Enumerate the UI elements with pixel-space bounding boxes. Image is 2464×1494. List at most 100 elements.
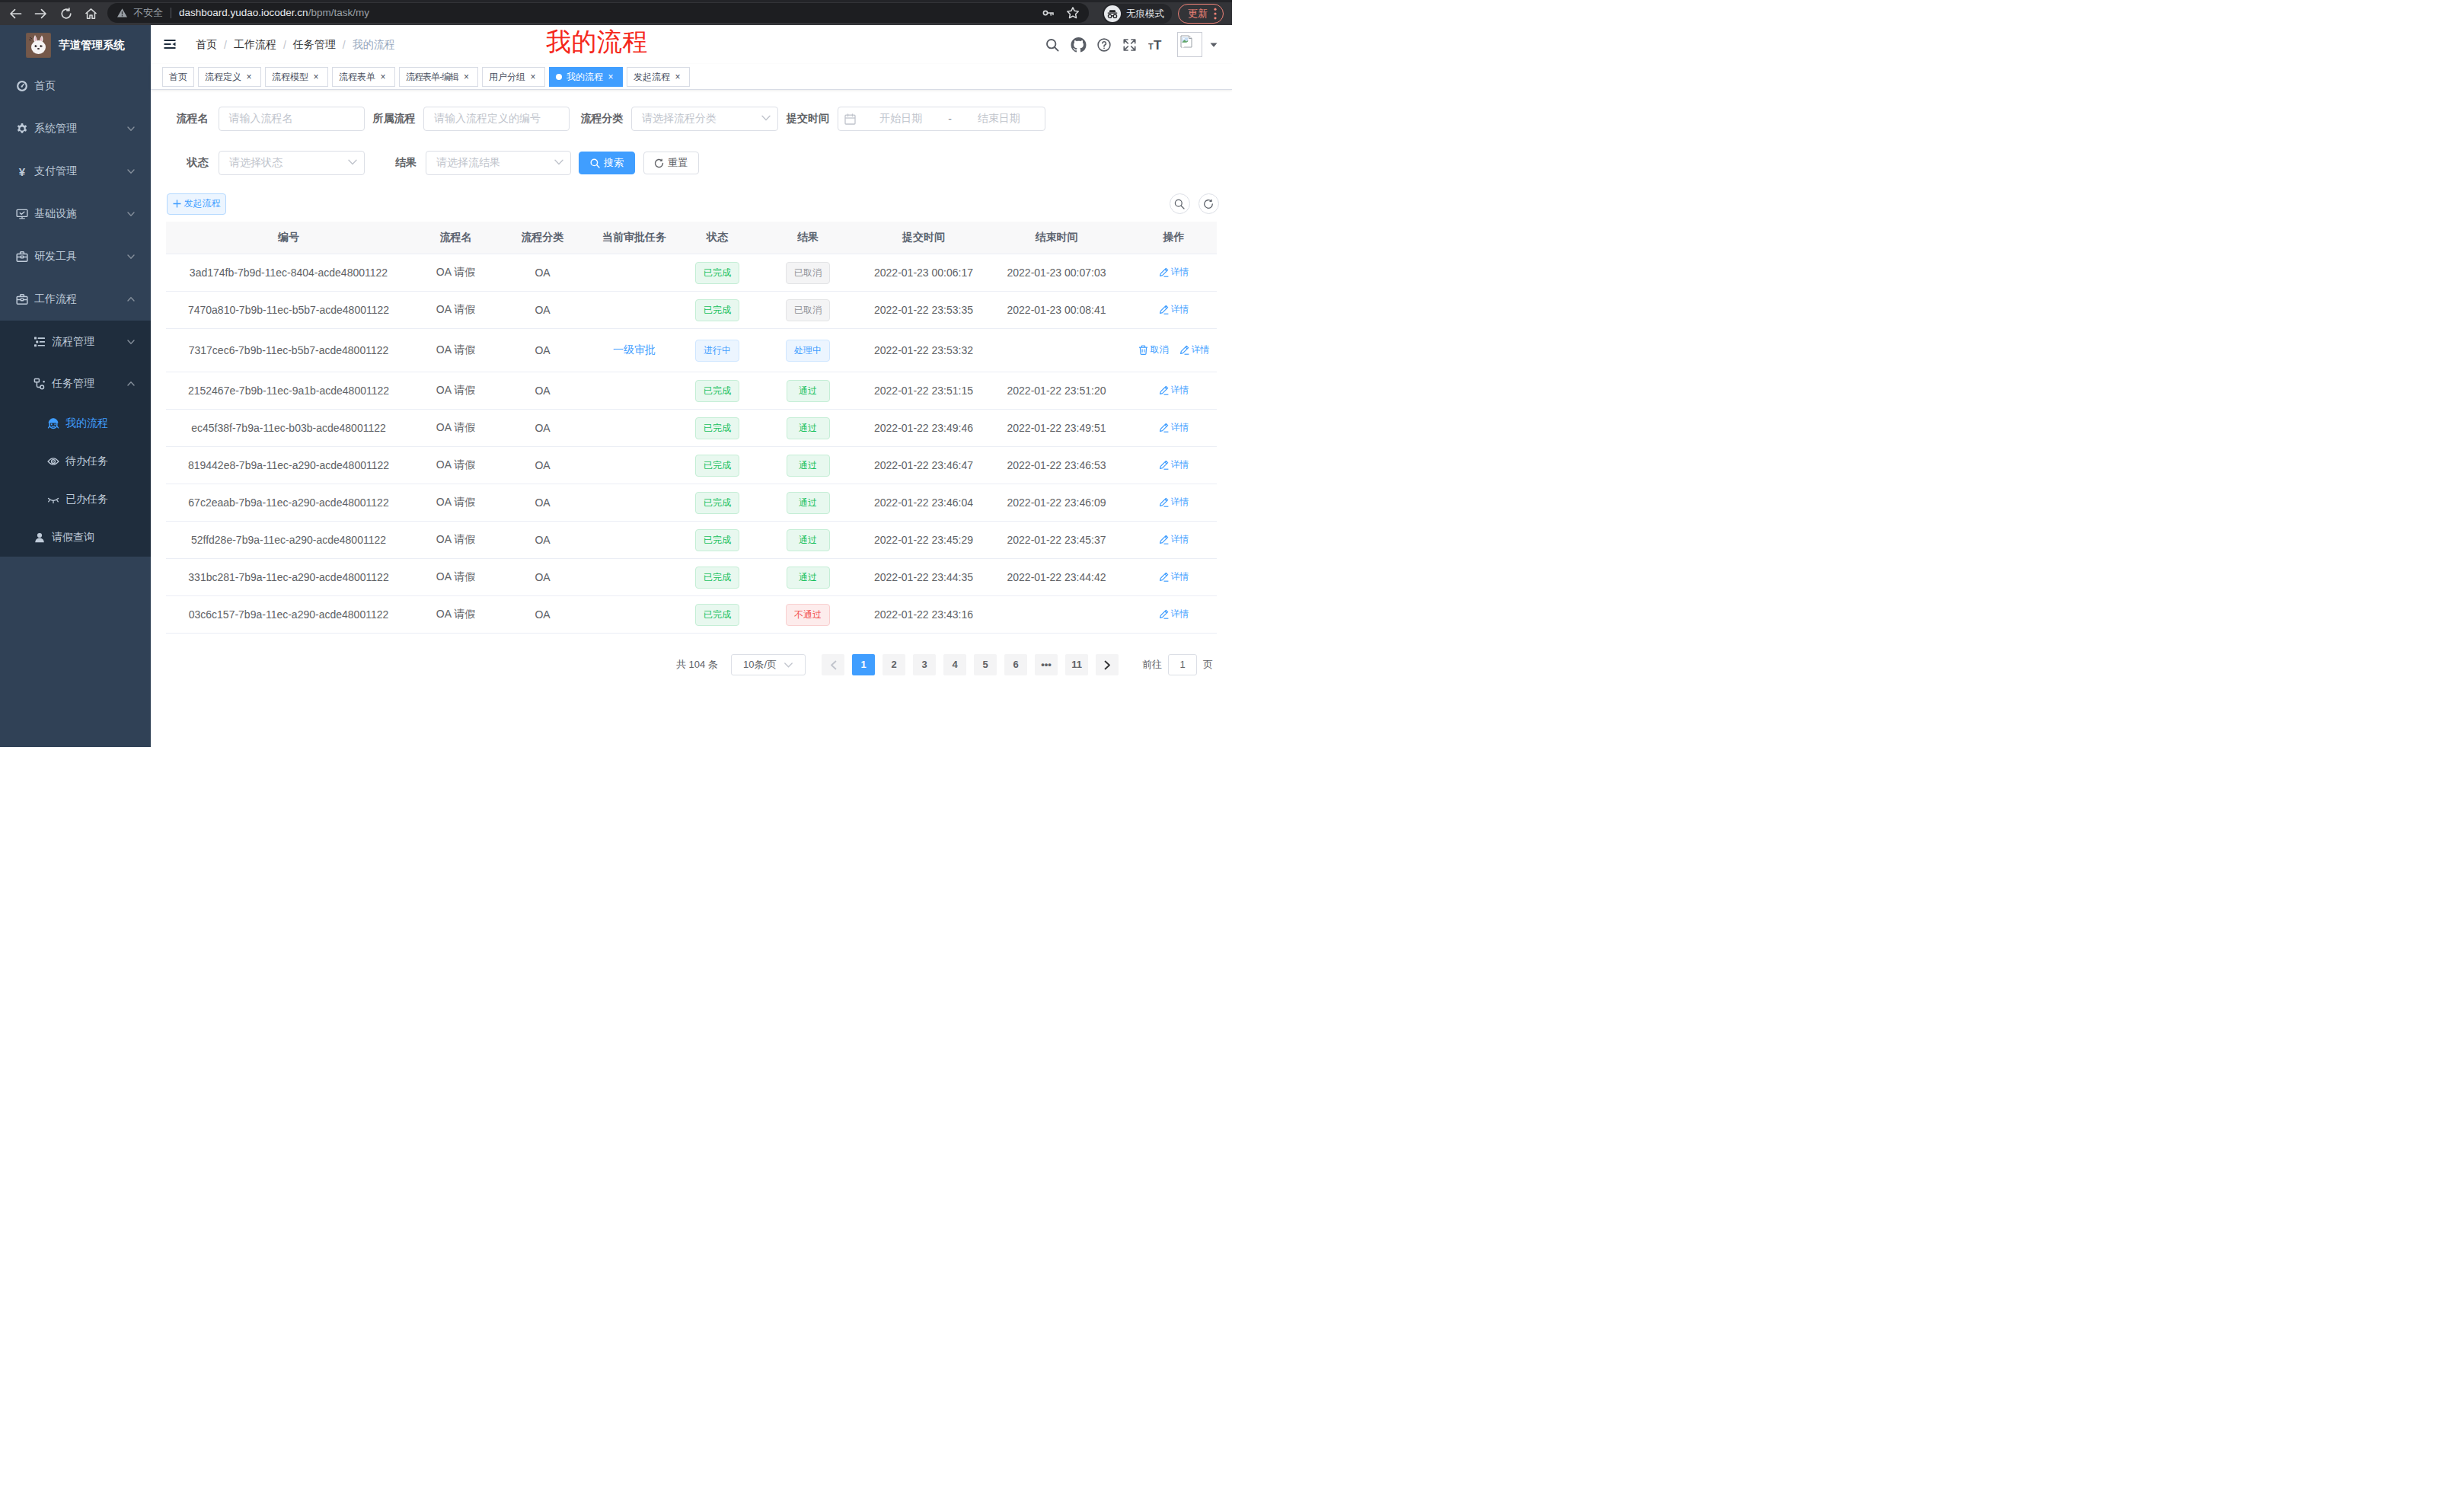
search-button[interactable]: 搜索 xyxy=(579,152,635,174)
action-详情[interactable]: 详情 xyxy=(1159,533,1189,546)
sidebar-item-payment-mgmt[interactable]: ¥支付管理 xyxy=(0,150,151,193)
user-avatar[interactable] xyxy=(1177,32,1202,57)
close-icon[interactable]: × xyxy=(528,72,538,82)
tag-label: 用户分组 xyxy=(489,68,525,86)
tab-首页[interactable]: 首页 xyxy=(162,67,194,87)
action-详情[interactable]: 详情 xyxy=(1159,570,1189,583)
browser-forward-button[interactable] xyxy=(28,2,53,25)
filter-daterange-input[interactable]: 开始日期 - 结束日期 xyxy=(838,107,1045,131)
tab-发起流程[interactable]: 发起流程× xyxy=(627,67,690,87)
action-详情[interactable]: 详情 xyxy=(1159,266,1189,279)
refresh-table-button[interactable] xyxy=(1198,193,1219,214)
filter-parent-input[interactable]: 请输入流程定义的编号 xyxy=(423,107,570,131)
header-search-button[interactable] xyxy=(1045,38,1059,52)
close-icon[interactable]: × xyxy=(672,72,683,82)
sidebar-item-todo-tasks[interactable]: 待办任务 xyxy=(0,442,151,480)
sidebar-item-infrastructure[interactable]: 基础设施 xyxy=(0,193,151,235)
close-icon[interactable]: × xyxy=(244,72,254,82)
jump-page-input[interactable]: 1 xyxy=(1168,654,1197,675)
active-tag-dot xyxy=(556,74,562,80)
github-link[interactable] xyxy=(1071,37,1087,53)
pager-prev-button[interactable] xyxy=(822,654,844,675)
cell-submit-time: 2022-01-22 23:51:15 xyxy=(865,372,982,410)
tab-流程定义[interactable]: 流程定义× xyxy=(198,67,261,87)
action-详情[interactable]: 详情 xyxy=(1159,458,1189,471)
cell-end-time: 2022-01-22 23:44:42 xyxy=(982,559,1131,596)
pager-page-1[interactable]: 1 xyxy=(852,654,875,675)
sidebar-item-home[interactable]: 首页 xyxy=(0,65,151,107)
close-icon[interactable]: × xyxy=(605,72,616,82)
action-详情[interactable]: 详情 xyxy=(1159,384,1189,397)
browser-reload-button[interactable] xyxy=(53,2,78,25)
create-process-button[interactable]: 发起流程 xyxy=(167,193,226,215)
cell-id: 03c6c157-7b9a-11ec-a290-acde48001122 xyxy=(166,596,411,634)
bookmark-star-icon[interactable] xyxy=(1066,6,1080,19)
breadcrumb-item[interactable]: 首页 xyxy=(196,38,217,52)
sidebar-item-done-tasks[interactable]: 已办任务 xyxy=(0,480,151,519)
pager-page-6[interactable]: 6 xyxy=(1004,654,1027,675)
browser-home-button[interactable] xyxy=(78,2,104,25)
pager-page-5[interactable]: 5 xyxy=(974,654,997,675)
tag-label: 首页 xyxy=(169,68,187,86)
fullscreen-button[interactable] xyxy=(1122,38,1137,52)
sidebar-toggle[interactable] xyxy=(164,38,176,50)
filter-status-select[interactable]: 请选择状态 xyxy=(219,151,365,175)
close-icon[interactable]: × xyxy=(311,72,321,82)
sidebar-item-system-mgmt[interactable]: 系统管理 xyxy=(0,107,151,150)
security-status[interactable]: 不安全 xyxy=(116,6,163,20)
tab-我的流程[interactable]: 我的流程× xyxy=(549,67,623,87)
tab-用户分组[interactable]: 用户分组× xyxy=(482,67,545,87)
font-size-button[interactable]: TT xyxy=(1148,38,1165,52)
sidebar-item-dev-tools[interactable]: 研发工具 xyxy=(0,235,151,278)
filter-category-select[interactable]: 请选择流程分类 xyxy=(631,107,778,131)
action-详情[interactable]: 详情 xyxy=(1159,303,1189,316)
avatar-caret-icon[interactable] xyxy=(1210,43,1218,47)
daterange-end[interactable]: 结束日期 xyxy=(953,112,1045,126)
password-key-icon[interactable] xyxy=(1041,6,1055,20)
sidebar-item-task-mgmt[interactable]: 任务管理 xyxy=(0,362,151,404)
daterange-start[interactable]: 开始日期 xyxy=(856,112,947,126)
browser-update-button[interactable]: 更新 xyxy=(1178,4,1224,24)
tag-label: 流程表单-编辑 xyxy=(406,68,458,86)
pager-page-11[interactable]: 11 xyxy=(1065,654,1088,675)
action-详情[interactable]: 详情 xyxy=(1159,496,1189,509)
help-doc-button[interactable] xyxy=(1097,38,1111,52)
breadcrumb-item[interactable]: 工作流程 xyxy=(234,38,276,52)
action-取消[interactable]: 取消 xyxy=(1138,343,1169,356)
filter-result-select[interactable]: 请选择流结果 xyxy=(426,151,571,175)
breadcrumb-item[interactable]: 任务管理 xyxy=(293,38,336,52)
url-bar[interactable]: 不安全 dashboard.yudao.iocoder.cn/bpm/task/… xyxy=(107,3,1089,23)
toggle-search-button[interactable] xyxy=(1170,193,1190,214)
browser-menu-dots-icon[interactable] xyxy=(1214,8,1217,20)
tab-流程表单-编辑[interactable]: 流程表单-编辑× xyxy=(399,67,478,87)
cell-end-time: 2022-01-22 23:49:51 xyxy=(982,410,1131,447)
cell-status: 已完成 xyxy=(684,372,751,410)
close-icon[interactable]: × xyxy=(461,72,471,82)
action-详情[interactable]: 详情 xyxy=(1159,608,1189,621)
page-size-select[interactable]: 10条/页 xyxy=(731,654,806,675)
sidebar-item-process-mgmt[interactable]: 流程管理 xyxy=(0,321,151,362)
sidebar-item-my-process[interactable]: 我的流程 xyxy=(0,404,151,442)
sidebar-menu: 首页系统管理¥支付管理基础设施研发工具工作流程流程管理任务管理我的流程待办任务已… xyxy=(0,65,151,557)
task-link[interactable]: 一级审批 xyxy=(613,343,656,356)
pager-page-2[interactable]: 2 xyxy=(883,654,905,675)
close-icon[interactable]: × xyxy=(378,72,388,82)
browser-back-button[interactable] xyxy=(3,2,28,25)
pager-next-button[interactable] xyxy=(1096,654,1119,675)
logo[interactable]: 芋道管理系统 xyxy=(0,25,151,65)
sidebar-item-leave-query[interactable]: 请假查询 xyxy=(0,519,151,557)
pager-page-•••[interactable]: ••• xyxy=(1035,654,1058,675)
tab-流程模型[interactable]: 流程模型× xyxy=(265,67,328,87)
action-详情[interactable]: 详情 xyxy=(1159,421,1189,434)
breadcrumb-separator: / xyxy=(343,39,346,51)
reset-button[interactable]: 重置 xyxy=(643,152,699,174)
sidebar-item-workflow[interactable]: 工作流程 xyxy=(0,278,151,321)
cell-result: 通过 xyxy=(751,372,865,410)
pager-page-4[interactable]: 4 xyxy=(943,654,966,675)
action-详情[interactable]: 详情 xyxy=(1179,343,1210,356)
result-badge: 通过 xyxy=(787,529,830,551)
tab-流程表单[interactable]: 流程表单× xyxy=(332,67,395,87)
filter-name-input[interactable]: 请输入流程名 xyxy=(219,107,365,131)
pager-page-3[interactable]: 3 xyxy=(913,654,936,675)
cell-id: 3ad174fb-7b9d-11ec-8404-acde48001122 xyxy=(166,254,411,292)
